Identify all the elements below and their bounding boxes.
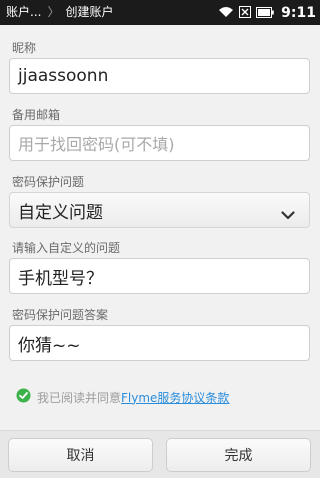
backup-email-label: 备用邮箱 — [12, 108, 61, 122]
custom-question-label: 请输入自定义的问题 — [12, 241, 121, 255]
chevron-down-icon — [281, 205, 295, 225]
security-question-label: 密码保护问题 — [12, 175, 85, 189]
check-circle-icon[interactable] — [16, 388, 31, 406]
breadcrumb-separator-icon: 〉 — [47, 5, 60, 19]
agreement-text: 我已阅读并同意 — [37, 390, 122, 405]
done-button[interactable]: 完成 — [166, 438, 311, 472]
security-question-value: 自定义问题 — [18, 202, 103, 223]
answer-input[interactable]: 你猜~~ — [9, 325, 310, 361]
agreement-row: 我已阅读并同意 Flyme服务协议条款 — [16, 388, 229, 406]
security-question-select[interactable]: 自定义问题 — [9, 192, 310, 228]
status-bar: 账户... 〉 创建账户 9:11 — [0, 0, 320, 25]
answer-label: 密码保护问题答案 — [12, 308, 109, 322]
sim-icon — [239, 3, 252, 22]
wifi-icon — [218, 3, 234, 22]
battery-icon — [256, 3, 274, 22]
custom-question-value: 手机型号？ — [18, 268, 103, 289]
breadcrumb-parent[interactable]: 账户... — [6, 0, 41, 25]
nickname-input[interactable]: jjaassoonn — [9, 58, 310, 94]
status-icons: 9:11 — [218, 0, 316, 25]
agreement-link[interactable]: Flyme服务协议条款 — [121, 389, 229, 406]
nickname-value: jjaassoonn — [18, 66, 109, 86]
clock: 9:11 — [281, 4, 316, 21]
answer-value: 你猜~~ — [18, 335, 81, 356]
breadcrumb: 账户... 〉 创建账户 — [0, 0, 113, 25]
breadcrumb-current: 创建账户 — [65, 5, 114, 19]
custom-question-input[interactable]: 手机型号？ — [9, 258, 310, 294]
nickname-label: 昵称 — [12, 41, 37, 55]
backup-email-placeholder: 用于找回密码(可不填) — [18, 135, 175, 154]
bottom-action-bar: 取消 完成 — [0, 430, 320, 478]
backup-email-input[interactable]: 用于找回密码(可不填) — [9, 125, 310, 161]
cancel-button[interactable]: 取消 — [8, 438, 153, 472]
create-account-form: 昵称 jjaassoonn 备用邮箱 用于找回密码(可不填) 密码保护问题 自定… — [0, 25, 320, 430]
